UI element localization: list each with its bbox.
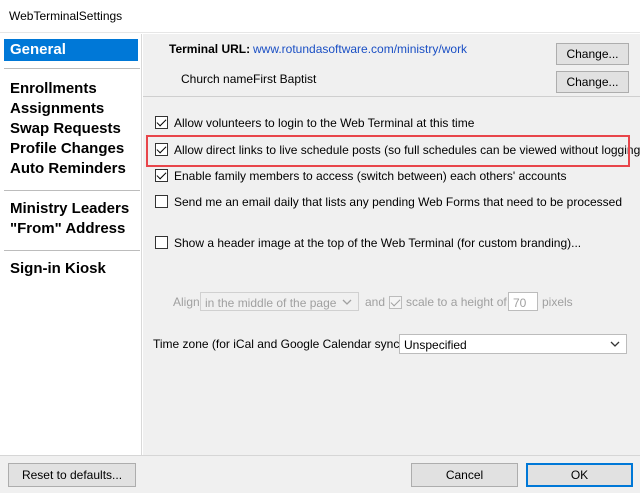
settings-content: Terminal URL: www.rotundasoftware.com/mi…: [143, 34, 640, 455]
family-access-label: Enable family members to access (switch …: [174, 169, 567, 183]
daily-email-checkbox[interactable]: [155, 195, 168, 208]
title-bar: WebTerminalSettings: [0, 0, 640, 33]
sidebar-item-ministry-leaders[interactable]: Ministry Leaders: [10, 200, 129, 217]
daily-email-option[interactable]: Send me an email daily that lists any pe…: [155, 194, 625, 210]
height-value: 70: [513, 296, 527, 310]
sidebar-item-enrollments[interactable]: Enrollments: [10, 80, 97, 97]
chevron-down-icon: [610, 341, 620, 347]
allow-login-label: Allow volunteers to login to the Web Ter…: [174, 116, 475, 130]
sidebar-item-general[interactable]: General: [4, 39, 138, 61]
sidebar-item-sign-in-kiosk[interactable]: Sign-in Kiosk: [10, 260, 106, 277]
sidebar-divider: [4, 190, 140, 191]
sidebar-item-auto-reminders[interactable]: Auto Reminders: [10, 160, 126, 177]
sidebar-item-assignments[interactable]: Assignments: [10, 100, 104, 117]
scale-label: scale to a height of: [406, 295, 507, 309]
highlight-box: [146, 135, 630, 167]
terminal-info-panel: Terminal URL: www.rotundasoftware.com/mi…: [143, 34, 640, 97]
and-label: and: [365, 295, 386, 309]
sidebar-item-from-address[interactable]: "From" Address: [10, 220, 125, 237]
pixels-label: pixels: [542, 295, 573, 309]
align-select[interactable]: in the middle of the page: [200, 292, 359, 311]
align-select-value: in the middle of the page: [205, 296, 337, 310]
timezone-select[interactable]: Unspecified: [399, 334, 627, 354]
scale-checkbox[interactable]: [389, 296, 402, 309]
reset-defaults-button[interactable]: Reset to defaults...: [8, 463, 136, 487]
change-church-button[interactable]: Change...: [556, 71, 629, 93]
family-access-checkbox[interactable]: [155, 169, 168, 182]
sidebar-item-swap-requests[interactable]: Swap Requests: [10, 120, 121, 137]
daily-email-label: Send me an email daily that lists any pe…: [174, 195, 623, 209]
terminal-url-link[interactable]: www.rotundasoftware.com/ministry/work: [253, 42, 467, 56]
change-url-button[interactable]: Change...: [556, 43, 629, 65]
sidebar: General Enrollments Assignments Swap Req…: [0, 34, 142, 455]
church-name-label: Church name:: [181, 72, 257, 86]
terminal-url-label: Terminal URL:: [169, 42, 251, 56]
cancel-button[interactable]: Cancel: [411, 463, 518, 487]
timezone-label: Time zone (for iCal and Google Calendar …: [153, 337, 420, 351]
align-label: Align: [173, 295, 200, 309]
header-image-option[interactable]: Show a header image at the top of the We…: [155, 235, 625, 251]
timezone-select-value: Unspecified: [404, 338, 467, 352]
dialog-footer: Reset to defaults... Cancel OK: [0, 455, 640, 493]
window-title: WebTerminalSettings: [9, 9, 123, 23]
ok-button[interactable]: OK: [526, 463, 633, 487]
header-image-label: Show a header image at the top of the We…: [174, 236, 582, 250]
chevron-down-icon: [342, 299, 352, 305]
church-name-value: First Baptist: [253, 72, 317, 86]
allow-login-checkbox[interactable]: [155, 116, 168, 129]
family-access-option[interactable]: Enable family members to access (switch …: [155, 168, 625, 184]
sidebar-divider: [4, 250, 140, 251]
sidebar-item-profile-changes[interactable]: Profile Changes: [10, 140, 124, 157]
height-input[interactable]: 70: [508, 292, 538, 311]
sidebar-divider: [4, 68, 140, 69]
header-image-checkbox[interactable]: [155, 236, 168, 249]
allow-login-option[interactable]: Allow volunteers to login to the Web Ter…: [155, 115, 625, 131]
